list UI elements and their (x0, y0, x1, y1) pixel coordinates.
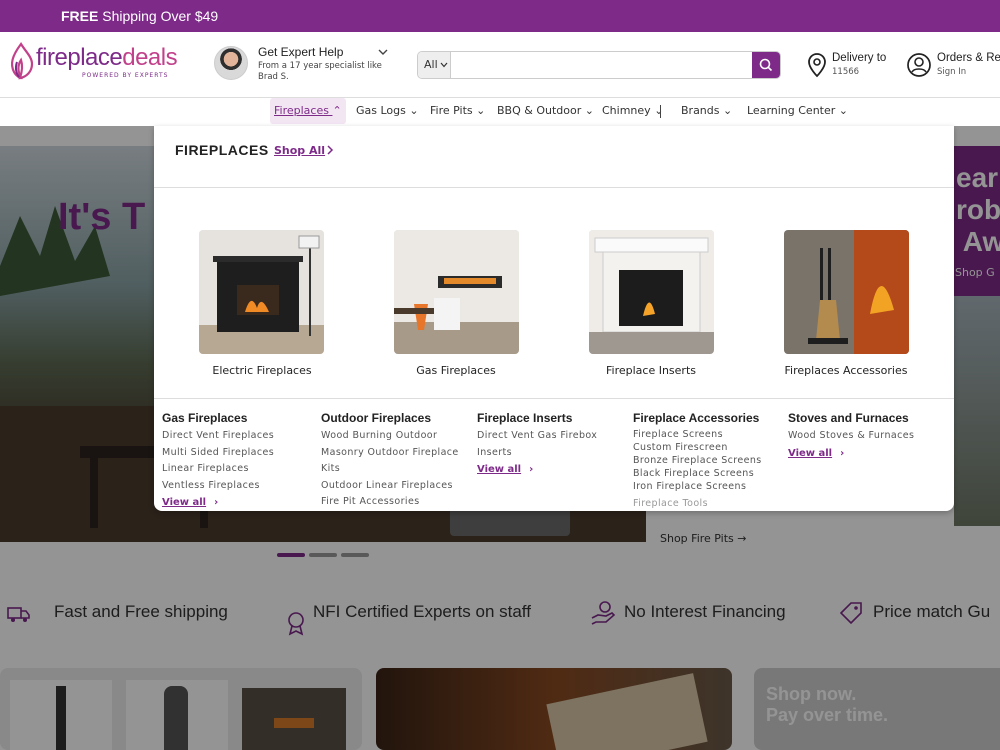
fireplaces-mega-menu: FIREPLACES Shop All Electric Fireplaces … (154, 126, 954, 511)
gas-fireplace-image (394, 230, 519, 354)
nav-item-chimney[interactable]: Chimney ⌄ (602, 98, 663, 124)
col-heading[interactable]: Gas Fireplaces (162, 411, 322, 425)
tile-gas-fireplaces[interactable] (394, 230, 519, 354)
nav-item-bbq-outdoor[interactable]: BBQ & Outdoor ⌄ (497, 98, 594, 124)
search-bar: All (417, 51, 781, 79)
search-category-select[interactable]: All (418, 52, 451, 78)
menu-link[interactable]: Linear Fireplaces (162, 461, 322, 478)
chevron-right-icon (327, 145, 334, 155)
flame-logo-icon (10, 42, 34, 80)
menu-link[interactable]: Custom Firescreen (633, 441, 793, 454)
nav-divider (660, 105, 661, 118)
tile-electric-fireplaces[interactable] (199, 230, 324, 354)
chevron-right-icon: › (529, 464, 534, 475)
tile-fireplace-inserts[interactable] (589, 230, 714, 354)
menu-link[interactable]: Direct Vent Gas Firebox (477, 428, 637, 445)
electric-fireplace-image (199, 230, 324, 354)
menu-link[interactable]: Direct Vent Fireplaces (162, 428, 322, 445)
expert-avatar (214, 46, 248, 80)
chevron-down-icon: ⌄ (654, 104, 664, 117)
search-button[interactable] (752, 52, 780, 78)
tile-label-gas[interactable]: Gas Fireplaces (361, 364, 551, 377)
tile-label-accessories[interactable]: Fireplaces Accessories (751, 364, 941, 377)
chevron-down-icon: ⌄ (476, 104, 486, 117)
site-header: fireplacedeals POWERED BY EXPERTS Get Ex… (0, 32, 1000, 98)
tile-label-inserts[interactable]: Fireplace Inserts (556, 364, 746, 377)
chevron-right-icon: › (214, 497, 219, 508)
nav-item-brands[interactable]: Brands ⌄ (681, 98, 732, 124)
menu-link[interactable]: Wood Burning Outdoor (321, 428, 481, 445)
col-heading[interactable]: Fireplace Accessories (633, 411, 793, 425)
menu-link[interactable]: Fireplace Screens (633, 428, 793, 441)
expert-help-title: Get Expert Help (258, 45, 344, 59)
menu-link[interactable]: Kits (321, 461, 481, 478)
view-all-link[interactable]: View all › (788, 445, 948, 463)
delivery-location[interactable]: Delivery to 11566 (806, 52, 906, 82)
fireplace-insert-image (589, 230, 714, 354)
divider (154, 398, 954, 399)
chevron-down-icon: ⌄ (838, 104, 848, 117)
chevron-down-icon: ⌄ (584, 104, 594, 117)
expert-help-subtitle: From a 17 year specialist like Brad S. (258, 61, 382, 82)
col-heading[interactable]: Outdoor Fireplaces (321, 411, 481, 425)
expert-help[interactable]: Get Expert Help From a 17 year specialis… (214, 45, 394, 85)
view-all-link[interactable]: View all › (162, 494, 322, 512)
shop-all-link[interactable]: Shop All (274, 144, 325, 157)
view-all-link[interactable]: View all › (477, 461, 637, 479)
menu-link[interactable]: Fireplace Tools (633, 497, 793, 509)
menu-link[interactable]: Multi Sided Fireplaces (162, 445, 322, 462)
logo[interactable]: fireplacedeals POWERED BY EXPERTS (8, 42, 178, 82)
col-fireplace-inserts: Fireplace Inserts Direct Vent Gas Firebo… (477, 411, 637, 479)
search-icon (759, 58, 773, 72)
col-heading[interactable]: Stoves and Furnaces (788, 411, 948, 425)
chevron-up-icon: ⌃ (332, 104, 342, 117)
menu-link[interactable]: Ventless Fireplaces (162, 478, 322, 495)
orders-signin[interactable]: Orders & Returns Sign In (906, 52, 1000, 82)
col-fireplace-accessories: Fireplace Accessories Fireplace Screens … (633, 411, 793, 509)
orders-title: Orders & Returns (937, 52, 1000, 64)
chevron-down-icon: ⌄ (723, 104, 733, 117)
divider (154, 187, 954, 188)
promo-text: Shipping Over $49 (98, 8, 219, 24)
tile-label-electric[interactable]: Electric Fireplaces (167, 364, 357, 377)
menu-link[interactable]: Iron Fireplace Screens (633, 480, 793, 493)
chevron-down-icon: ⌄ (409, 104, 419, 117)
location-pin-icon (808, 53, 826, 78)
menu-link[interactable]: Outdoor Linear Fireplaces (321, 478, 481, 495)
menu-link[interactable]: Masonry Outdoor Fireplace (321, 445, 481, 462)
delivery-zip: 11566 (832, 67, 860, 77)
tile-fireplaces-accessories[interactable] (784, 230, 909, 354)
col-outdoor-fireplaces: Outdoor Fireplaces Wood Burning Outdoor … (321, 411, 481, 511)
col-heading[interactable]: Fireplace Inserts (477, 411, 637, 425)
main-nav: Fireplaces ⌃ Gas Logs ⌄ Fire Pits ⌄ BBQ … (0, 98, 1000, 126)
sign-in-link[interactable]: Sign In (937, 67, 966, 77)
menu-link[interactable]: Wood Stoves & Furnaces (788, 428, 948, 445)
menu-link[interactable]: Black Fireplace Screens (633, 467, 793, 480)
col-gas-fireplaces: Gas Fireplaces Direct Vent Fireplaces Mu… (162, 411, 322, 512)
menu-link[interactable]: Bronze Fireplace Screens (633, 454, 793, 467)
promo-bold: FREE (61, 8, 99, 24)
nav-item-fireplaces[interactable]: Fireplaces ⌃ (270, 98, 346, 124)
nav-item-gas-logs[interactable]: Gas Logs ⌄ (356, 98, 419, 124)
menu-link[interactable]: Fire Pit Accessories (321, 494, 481, 511)
delivery-title: Delivery to (832, 52, 887, 64)
logo-wordmark: fireplacedeals (36, 44, 178, 71)
mega-menu-title: FIREPLACES (175, 142, 269, 158)
logo-tagline: POWERED BY EXPERTS (82, 72, 169, 79)
chevron-down-icon (378, 49, 388, 55)
menu-link[interactable]: Inserts (477, 445, 637, 462)
account-icon (907, 53, 931, 77)
nav-item-fire-pits[interactable]: Fire Pits ⌄ (430, 98, 485, 124)
col-stoves-furnaces: Stoves and Furnaces Wood Stoves & Furnac… (788, 411, 948, 463)
fireplace-tools-image (784, 230, 909, 354)
promo-bar: FREE Shipping Over $49 (0, 0, 1000, 32)
nav-item-learning-center[interactable]: Learning Center ⌄ (747, 98, 848, 124)
search-input[interactable] (452, 52, 752, 78)
chevron-right-icon: › (840, 447, 845, 459)
chevron-down-icon (440, 62, 448, 68)
